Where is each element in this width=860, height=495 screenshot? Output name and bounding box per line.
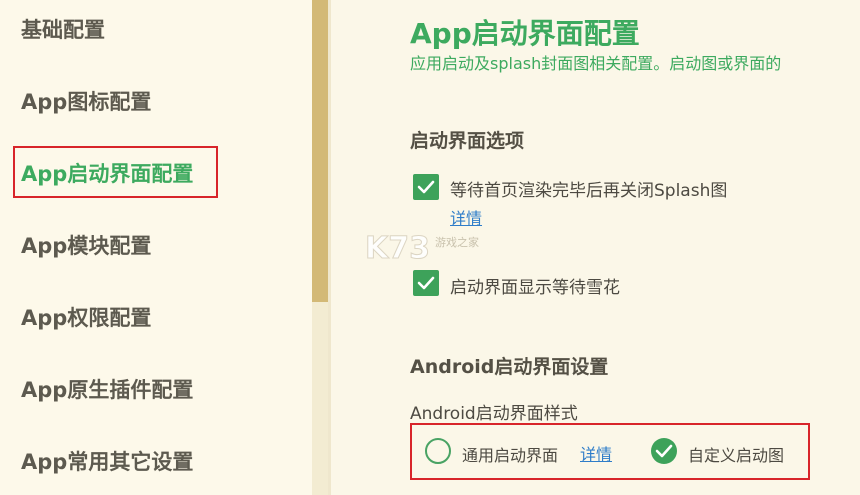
- svg-text:K73: K73: [365, 231, 430, 266]
- sidebar-scrollbar-thumb[interactable]: [312, 0, 328, 302]
- sidebar-item-basic-config[interactable]: 基础配置: [21, 14, 105, 44]
- checkmark-icon: [417, 276, 435, 290]
- show-snow-checkbox[interactable]: [413, 270, 439, 296]
- android-splash-heading: Android启动界面设置: [410, 356, 609, 378]
- sidebar-nav: 基础配置 App图标配置 App启动界面配置 App模块配置 App权限配置 A…: [0, 0, 328, 495]
- sidebar-item-app-permission-config[interactable]: App权限配置: [21, 302, 151, 332]
- show-snow-label: 启动界面显示等待雪花: [450, 278, 620, 298]
- startup-options-heading: 启动界面选项: [410, 130, 525, 152]
- sidebar-scrollbar[interactable]: [312, 0, 328, 495]
- main-panel: App启动界面配置 应用启动及splash封面图相关配置。启动图或界面的 启动界…: [331, 0, 860, 495]
- android-splash-style-label: Android启动界面样式: [410, 404, 578, 424]
- custom-splash-radio[interactable]: [651, 438, 677, 464]
- checkmark-icon: [417, 180, 435, 194]
- wait-render-detail-link[interactable]: 详情: [450, 205, 482, 229]
- generic-splash-radio[interactable]: [425, 438, 451, 464]
- svg-text:游戏之家: 游戏之家: [435, 235, 479, 249]
- sidebar-item-app-splash-config[interactable]: App启动界面配置: [21, 158, 193, 188]
- custom-splash-label: 自定义启动图: [688, 446, 785, 465]
- generic-splash-detail-link[interactable]: 详情: [580, 441, 612, 465]
- wait-render-label: 等待首页渲染完毕后再关闭Splash图: [450, 181, 728, 201]
- page-subtitle: 应用启动及splash封面图相关配置。启动图或界面的: [410, 54, 782, 73]
- sidebar-item-app-native-plugin-config[interactable]: App原生插件配置: [21, 374, 193, 404]
- sidebar-item-app-module-config[interactable]: App模块配置: [21, 230, 151, 260]
- sidebar-item-app-other-settings[interactable]: App常用其它设置: [21, 446, 193, 476]
- checkmark-icon: [655, 444, 673, 458]
- generic-splash-label: 通用启动界面: [462, 446, 559, 465]
- k73-watermark-logo: K73 游戏之家: [365, 231, 479, 267]
- page-title: App启动界面配置: [410, 17, 640, 50]
- sidebar-item-app-icon-config[interactable]: App图标配置: [21, 86, 151, 116]
- wait-render-checkbox[interactable]: [413, 174, 439, 200]
